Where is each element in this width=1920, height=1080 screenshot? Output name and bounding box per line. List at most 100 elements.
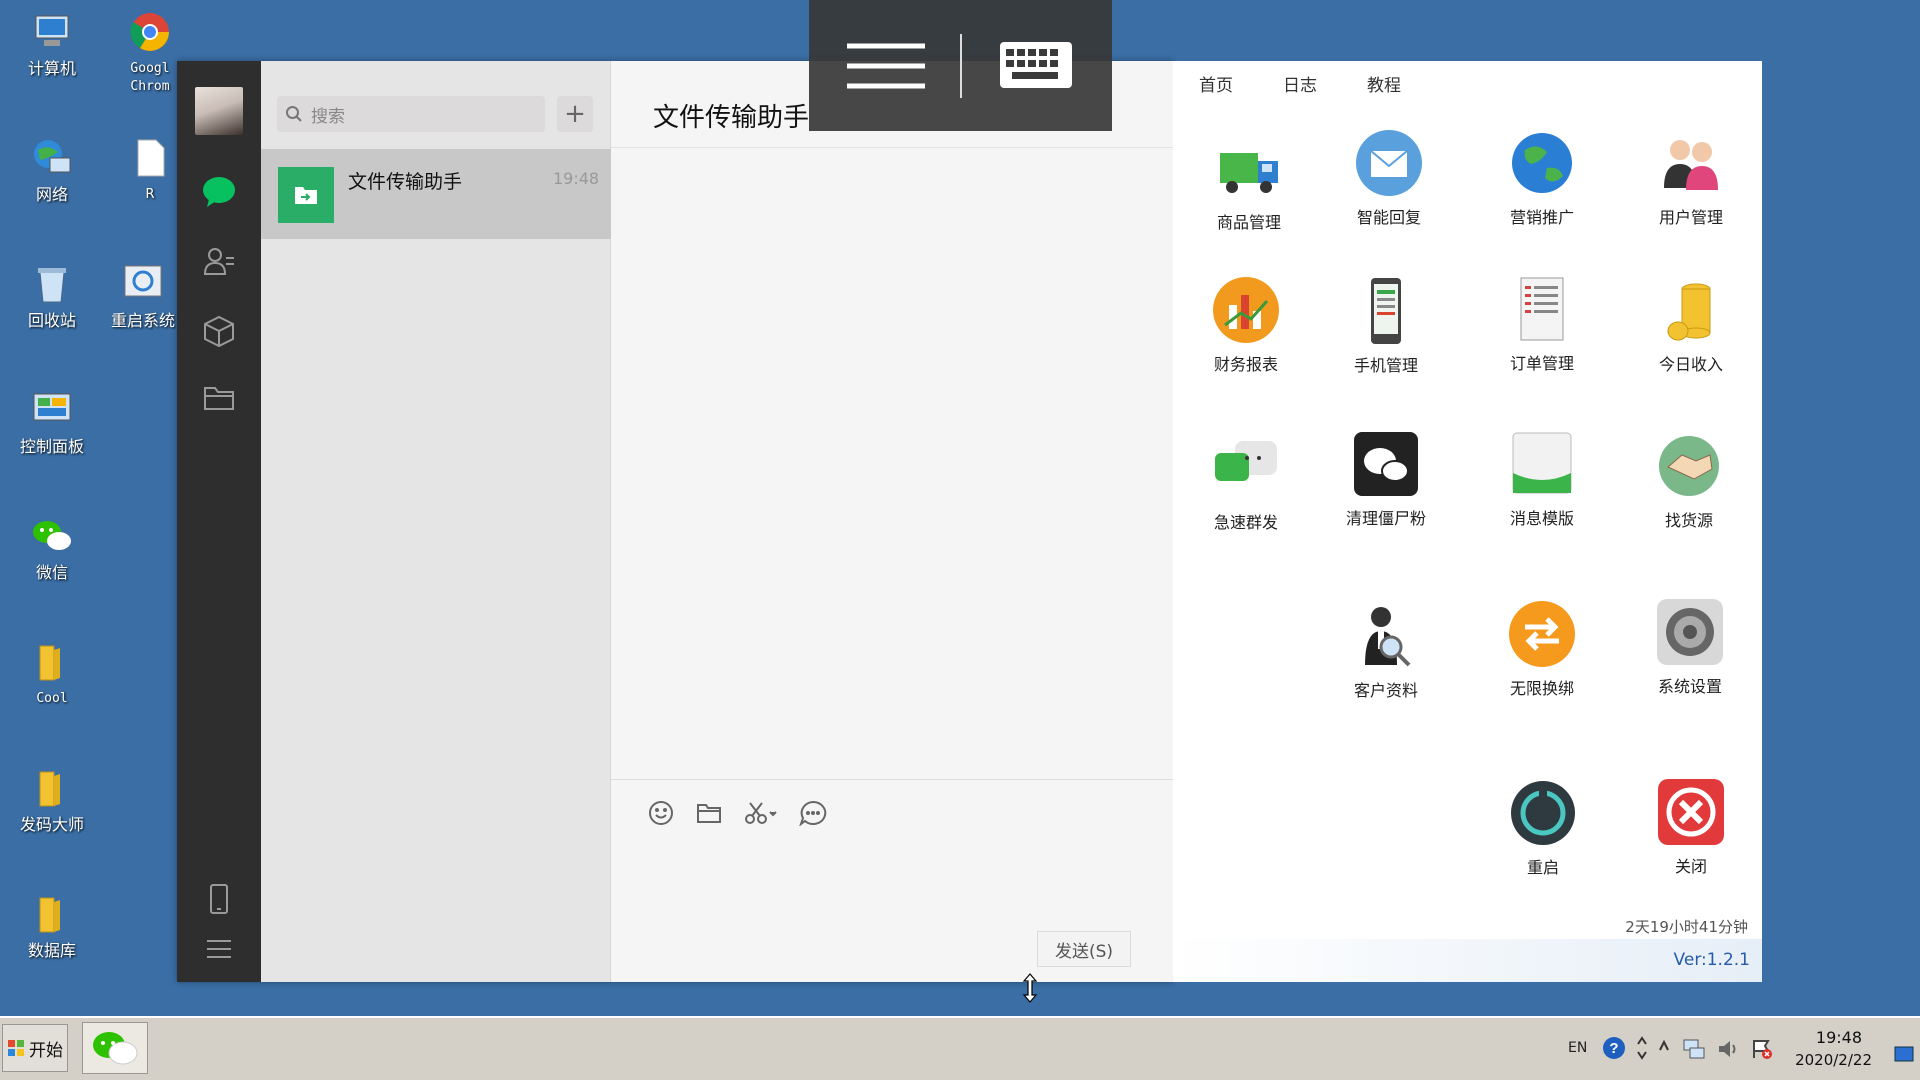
tile-label: 客户资料 bbox=[1353, 681, 1418, 700]
menu-icon bbox=[207, 940, 231, 958]
plugin-panel: 首页 日志 教程 商品管理 智能回复 营销推广 用户管理 财务报表 手机管理 订… bbox=[1173, 61, 1762, 982]
handshake-icon bbox=[1659, 436, 1719, 496]
tile-label: 今日收入 bbox=[1658, 355, 1723, 374]
tile-label: 找货源 bbox=[1664, 511, 1713, 530]
screenshot-button[interactable] bbox=[743, 799, 779, 827]
desktop-icon-label: 发码大师 bbox=[19, 815, 84, 834]
tile-phone-management[interactable]: 手机管理 bbox=[1326, 276, 1446, 376]
tile-marketing[interactable]: 营销推广 bbox=[1482, 128, 1602, 228]
windows-logo-icon bbox=[8, 1040, 24, 1056]
tile-finance-report[interactable]: 财务报表 bbox=[1186, 275, 1306, 375]
start-button[interactable]: 开始 bbox=[2, 1024, 68, 1072]
system-tray: EN ? 19:48 2020/2/22 bbox=[1560, 1018, 1920, 1080]
volume-icon[interactable] bbox=[1716, 1038, 1740, 1060]
nav-menu-button[interactable] bbox=[199, 929, 239, 969]
tile-system-settings[interactable]: 系统设置 bbox=[1630, 597, 1750, 697]
desktop-icon-label: 计算机 bbox=[27, 59, 76, 78]
power-icon bbox=[1511, 781, 1575, 845]
close-red-icon bbox=[1658, 779, 1724, 845]
keyboard-icon[interactable] bbox=[998, 40, 1074, 90]
tile-restart[interactable]: 重启 bbox=[1483, 778, 1603, 878]
tile-product-management[interactable]: 商品管理 bbox=[1189, 133, 1309, 233]
tile-clean-zombie-fans[interactable]: 清理僵尸粉 bbox=[1326, 429, 1446, 529]
desktop-icon-network[interactable]: 网络 bbox=[7, 136, 97, 204]
tile-close[interactable]: 关闭 bbox=[1631, 777, 1751, 877]
send-file-button[interactable] bbox=[695, 799, 723, 827]
tile-smart-reply[interactable]: 智能回复 bbox=[1329, 128, 1449, 228]
nav-chat-button[interactable] bbox=[199, 172, 239, 212]
contacts-icon bbox=[203, 248, 234, 275]
emoji-button[interactable] bbox=[647, 799, 675, 827]
chat-list-item[interactable]: 文件传输助手 19:48 bbox=[261, 149, 611, 239]
coins-icon bbox=[1667, 283, 1711, 341]
chat-history-button[interactable] bbox=[799, 799, 827, 827]
tile-today-income[interactable]: 今日收入 bbox=[1631, 275, 1751, 375]
tile-find-supply[interactable]: 找货源 bbox=[1629, 431, 1749, 531]
tab-log[interactable]: 日志 bbox=[1283, 71, 1317, 96]
language-indicator[interactable]: EN bbox=[1568, 1040, 1587, 1056]
desktop-icon-famadashi[interactable]: 发码大师 bbox=[7, 766, 97, 834]
version-text: Ver:1.2.1 bbox=[1673, 950, 1750, 970]
desktop-icon-wechat[interactable]: 微信 bbox=[7, 514, 97, 582]
folder-icon bbox=[39, 897, 60, 933]
swap-arrows-icon bbox=[1509, 601, 1575, 667]
chat-history-icon bbox=[799, 800, 827, 826]
resize-cursor-icon bbox=[1022, 973, 1038, 1003]
clock-date[interactable]: 2020/2/22 bbox=[1795, 1051, 1872, 1069]
truck-icon bbox=[1220, 153, 1278, 193]
desktop-icon-chrome[interactable]: Googl Chrom bbox=[115, 10, 185, 96]
control-panel-icon bbox=[33, 393, 71, 421]
show-desktop-icon[interactable] bbox=[1894, 1046, 1914, 1062]
network-icon bbox=[34, 140, 71, 173]
settings-icon bbox=[1657, 599, 1723, 665]
nav-files-button[interactable] bbox=[199, 378, 239, 418]
help-icon[interactable]: ? bbox=[1602, 1036, 1626, 1060]
cube-icon bbox=[204, 315, 234, 348]
nav-collections-button[interactable] bbox=[199, 311, 239, 351]
action-center-flag-icon[interactable] bbox=[1750, 1038, 1774, 1060]
customer-search-icon bbox=[1365, 607, 1411, 667]
tab-tutorial[interactable]: 教程 bbox=[1367, 71, 1401, 96]
tile-label: 订单管理 bbox=[1509, 354, 1574, 373]
tile-unlimited-rebind[interactable]: 无限换绑 bbox=[1482, 599, 1602, 699]
chat-pane: 文件传输助手 发送(S) × bbox=[611, 61, 1589, 982]
add-button[interactable]: + bbox=[557, 96, 593, 132]
tile-mass-send[interactable]: 急速群发 bbox=[1186, 433, 1306, 533]
taskbar-wechat-button[interactable] bbox=[82, 1022, 148, 1074]
desktop-icon-label: 网络 bbox=[35, 185, 68, 204]
desktop-icon-computer[interactable]: 计算机 bbox=[7, 10, 97, 78]
send-button[interactable]: 发送(S) bbox=[1037, 931, 1131, 967]
desktop-icon-control-panel[interactable]: 控制面板 bbox=[7, 388, 97, 456]
search-placeholder: 搜索 bbox=[311, 106, 345, 127]
desktop-icon-recycle-bin[interactable]: 回收站 bbox=[7, 262, 97, 330]
tile-label: 财务报表 bbox=[1213, 355, 1278, 374]
desktop-icon-label: Cool bbox=[36, 691, 68, 706]
desktop-icon-restart-system[interactable]: 重启系统 bbox=[98, 262, 188, 330]
nav-phone-button[interactable] bbox=[199, 879, 239, 919]
tile-user-management[interactable]: 用户管理 bbox=[1631, 128, 1751, 228]
tab-home[interactable]: 首页 bbox=[1199, 71, 1233, 96]
tile-label: 关闭 bbox=[1674, 857, 1707, 876]
tray-toggle-icon[interactable] bbox=[1636, 1034, 1648, 1062]
desktop-icon-cool[interactable]: Cool bbox=[7, 640, 97, 708]
tile-customer-info[interactable]: 客户资料 bbox=[1326, 601, 1446, 701]
tile-message-template[interactable]: 消息模版 bbox=[1482, 429, 1602, 529]
restart-system-icon bbox=[124, 265, 162, 297]
avatar[interactable] bbox=[195, 87, 243, 135]
search-input[interactable]: 搜索 bbox=[277, 96, 545, 132]
tile-order-management[interactable]: 订单管理 bbox=[1482, 274, 1602, 374]
folder-outline-icon bbox=[204, 387, 234, 410]
svg-text:?: ? bbox=[1609, 1040, 1618, 1057]
tile-label: 消息模版 bbox=[1509, 509, 1574, 528]
desktop-icon-r[interactable]: R bbox=[115, 136, 185, 204]
desktop-icon-database[interactable]: 数据库 bbox=[7, 892, 97, 960]
nav-contacts-button[interactable] bbox=[199, 241, 239, 281]
network-tray-icon[interactable] bbox=[1682, 1038, 1706, 1060]
divider bbox=[611, 147, 1173, 148]
tile-label: 手机管理 bbox=[1353, 356, 1418, 375]
desktop-icon-label: 回收站 bbox=[27, 311, 76, 330]
clock-time[interactable]: 19:48 bbox=[1816, 1028, 1862, 1047]
hamburger-menu-icon[interactable] bbox=[845, 42, 927, 90]
tile-label: 重启 bbox=[1526, 858, 1559, 877]
show-hidden-icons-icon[interactable] bbox=[1658, 1038, 1670, 1052]
